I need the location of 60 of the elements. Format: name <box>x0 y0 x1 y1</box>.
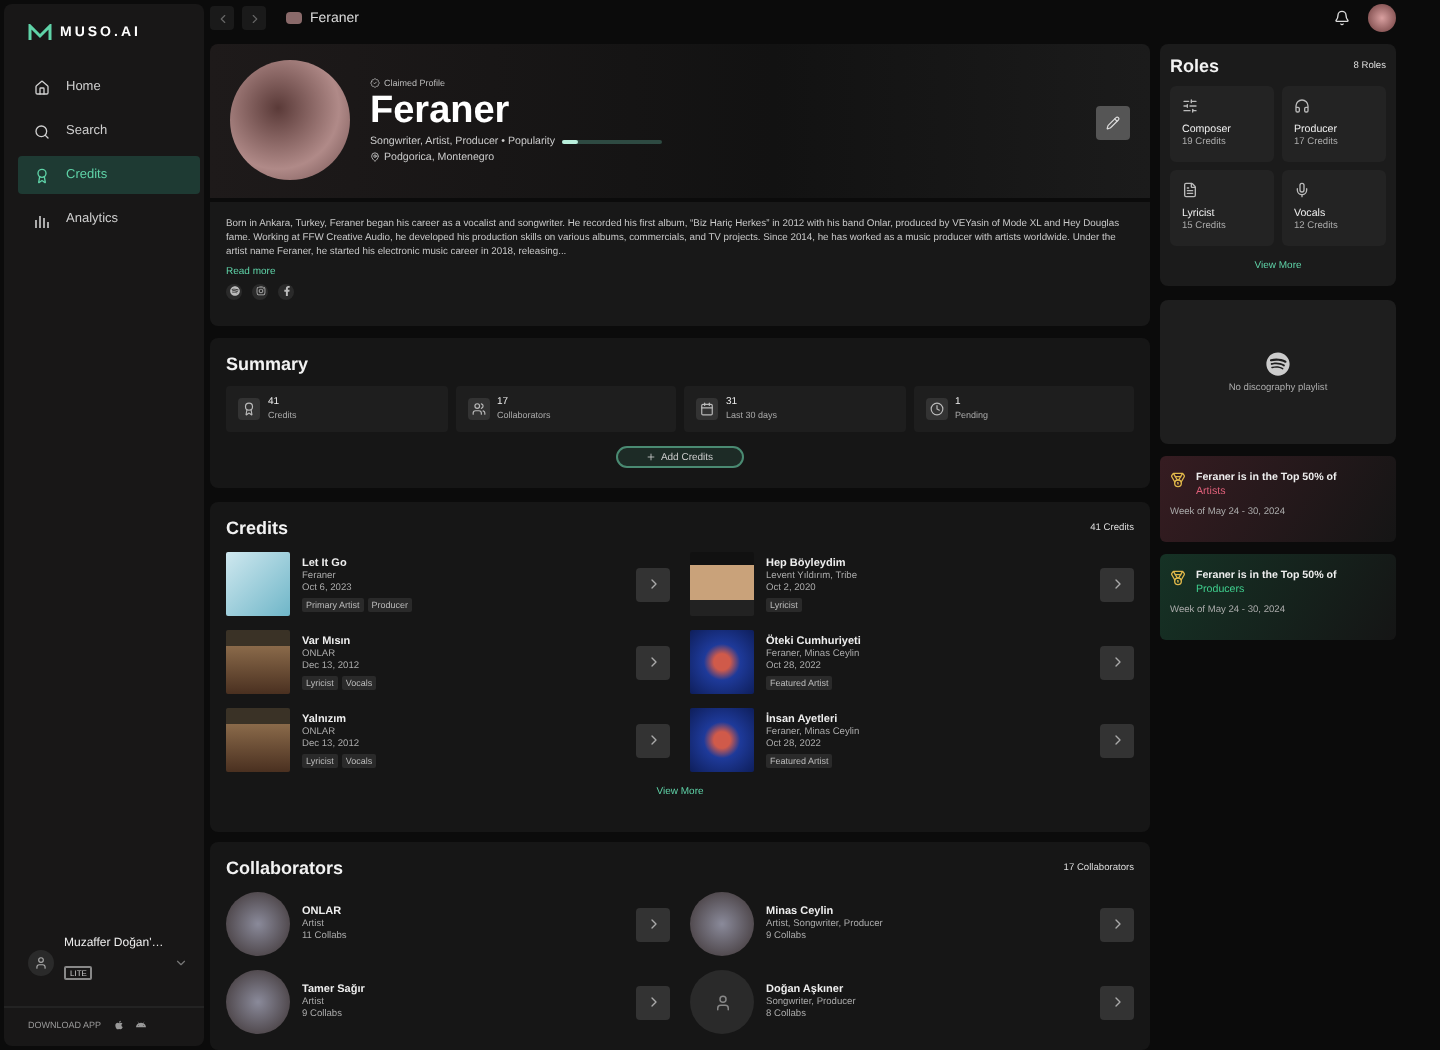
pencil-icon <box>1106 116 1120 130</box>
chevron-button[interactable] <box>636 723 670 757</box>
chevron-button[interactable] <box>636 567 670 601</box>
person-icon <box>713 993 731 1011</box>
photo-placeholder <box>690 892 754 956</box>
section-title: Summary <box>226 354 309 374</box>
medal-icon <box>1170 472 1186 488</box>
chevron-button[interactable] <box>636 645 670 679</box>
android-icon[interactable] <box>135 1020 146 1030</box>
map-pin-icon <box>370 152 380 163</box>
album-cover <box>226 630 290 694</box>
edit-button[interactable] <box>1096 106 1130 140</box>
breadcrumb-thumbnail <box>286 12 302 24</box>
award-icon <box>34 167 50 183</box>
spotify-icon <box>1266 351 1290 375</box>
search-icon <box>34 123 50 139</box>
microphone-icon <box>1294 182 1310 198</box>
photo-placeholder <box>226 892 290 956</box>
album-cover <box>226 708 290 772</box>
person-icon <box>34 955 48 969</box>
profile-avatar[interactable] <box>1368 4 1396 32</box>
chevron-button[interactable] <box>1100 645 1134 679</box>
album-cover <box>690 630 754 694</box>
chevron-button[interactable] <box>1100 985 1134 1019</box>
section-title: Credits <box>226 518 289 538</box>
chevron-down-icon[interactable] <box>174 955 188 969</box>
facebook-icon[interactable] <box>278 283 294 300</box>
section-title: Roles <box>1170 56 1220 76</box>
home-icon <box>34 79 50 95</box>
chevron-button[interactable] <box>636 907 670 941</box>
artist-name: Feraner <box>370 91 512 132</box>
chevron-right-icon <box>247 11 261 25</box>
album-cover <box>226 552 290 616</box>
chevron-button[interactable] <box>1100 567 1134 601</box>
forward-button[interactable] <box>242 6 266 30</box>
apple-icon[interactable] <box>113 1020 124 1030</box>
headphones-icon <box>1294 98 1310 114</box>
bell-icon[interactable] <box>1334 10 1350 26</box>
people-icon <box>467 398 489 420</box>
back-button[interactable] <box>210 6 234 30</box>
plus-icon <box>646 452 657 462</box>
clock-icon <box>925 398 947 420</box>
chevron-left-icon <box>215 11 229 25</box>
medal-icon <box>1170 570 1186 586</box>
chevron-button[interactable] <box>1100 723 1134 757</box>
document-icon <box>1182 182 1198 198</box>
logo-icon <box>28 24 52 42</box>
bar-chart-icon <box>34 211 50 227</box>
album-cover <box>690 552 754 616</box>
instagram-icon[interactable] <box>252 283 268 300</box>
calendar-icon <box>696 398 718 420</box>
album-cover <box>690 708 754 772</box>
section-title: Collaborators <box>226 858 344 878</box>
verified-icon <box>370 77 380 88</box>
award-icon <box>238 398 260 420</box>
sliders-icon <box>1182 98 1198 114</box>
chevron-button[interactable] <box>1100 907 1134 941</box>
spotify-icon[interactable] <box>226 283 242 300</box>
photo-placeholder <box>226 970 290 1034</box>
chevron-button[interactable] <box>636 985 670 1019</box>
